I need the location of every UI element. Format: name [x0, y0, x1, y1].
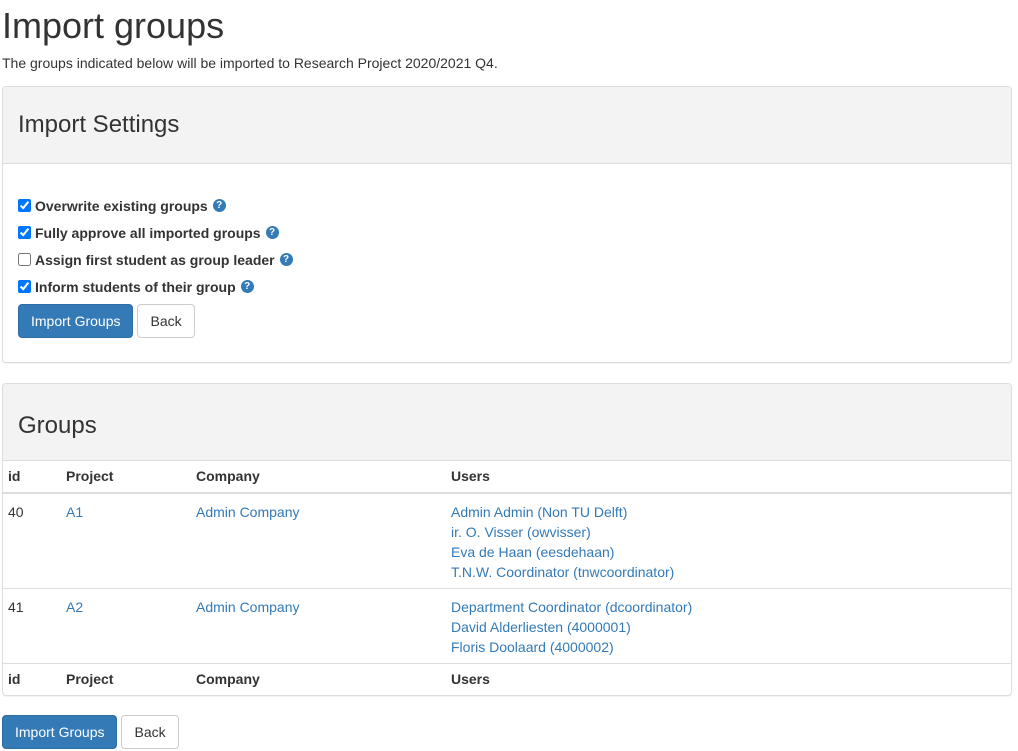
import-groups-button[interactable]: Import Groups	[18, 304, 134, 338]
column-header-project: Project	[61, 461, 191, 494]
user-link[interactable]: Floris Doolaard (4000002)	[451, 637, 1006, 657]
assign-leader-checkbox[interactable]	[18, 253, 31, 266]
help-icon[interactable]: ?	[212, 199, 226, 212]
table-row: 41 A2 Admin Company Department Coordinat…	[3, 588, 1011, 664]
import-groups-button[interactable]: Import Groups	[2, 715, 118, 749]
option-inform-students: Inform students of their group ?	[18, 273, 996, 300]
groups-title: Groups	[18, 412, 97, 439]
page: Import groups The groups indicated below…	[0, 6, 1018, 749]
column-header-company: Company	[191, 461, 446, 494]
help-icon[interactable]: ?	[279, 253, 293, 266]
option-fully-approve: Fully approve all imported groups ?	[18, 219, 996, 246]
fully-approve-label[interactable]: Fully approve all imported groups	[35, 225, 261, 241]
footer-header-id: id	[3, 663, 61, 695]
footer-header-company: Company	[191, 663, 446, 695]
groups-panel: Groups id Project Company Users 40 A1 Ad…	[2, 383, 1012, 696]
user-link[interactable]: Eva de Haan (eesdehaan)	[451, 542, 1006, 562]
intro-text: The groups indicated below will be impor…	[2, 55, 498, 71]
inform-students-checkbox[interactable]	[18, 280, 31, 293]
project-link[interactable]: A1	[66, 504, 83, 520]
users-cell: Admin Admin (Non TU Delft) ir. O. Visser…	[446, 493, 1011, 589]
import-settings-heading: Import Settings	[3, 87, 1011, 164]
project-link[interactable]: A2	[66, 599, 83, 615]
footer-button-row: Import Groups Back	[2, 715, 1012, 749]
column-header-id: id	[3, 461, 61, 494]
user-link[interactable]: Department Coordinator (dcoordinator)	[451, 597, 1006, 617]
footer-header-users: Users	[446, 663, 1011, 695]
help-icon[interactable]: ?	[265, 226, 279, 239]
groups-table: id Project Company Users 40 A1 Admin Com…	[3, 461, 1011, 695]
user-link[interactable]: ir. O. Visser (owvisser)	[451, 522, 1006, 542]
option-assign-leader: Assign first student as group leader ?	[18, 246, 996, 273]
assign-leader-label[interactable]: Assign first student as group leader	[35, 252, 275, 268]
overwrite-existing-checkbox[interactable]	[18, 199, 31, 212]
table-footer-row: id Project Company Users	[3, 663, 1011, 695]
company-link[interactable]: Admin Company	[196, 599, 300, 615]
back-button[interactable]: Back	[121, 715, 179, 749]
table-row: 40 A1 Admin Company Admin Admin (Non TU …	[3, 493, 1011, 589]
settings-button-row: Import Groups Back	[18, 304, 996, 338]
fully-approve-checkbox[interactable]	[18, 226, 31, 239]
overwrite-existing-label[interactable]: Overwrite existing groups	[35, 198, 208, 214]
option-overwrite-existing: Overwrite existing groups ?	[18, 192, 996, 219]
user-link[interactable]: T.N.W. Coordinator (tnwcoordinator)	[451, 562, 1006, 582]
user-link[interactable]: David Alderliesten (4000001)	[451, 617, 1006, 637]
group-id: 41	[3, 588, 61, 664]
import-settings-title: Import Settings	[18, 111, 180, 138]
user-link[interactable]: Admin Admin (Non TU Delft)	[451, 502, 1006, 522]
inform-students-label[interactable]: Inform students of their group	[35, 279, 236, 295]
company-link[interactable]: Admin Company	[196, 504, 300, 520]
import-settings-panel: Import Settings Overwrite existing group…	[2, 86, 1012, 363]
help-icon[interactable]: ?	[240, 280, 254, 293]
users-cell: Department Coordinator (dcoordinator) Da…	[446, 588, 1011, 664]
table-header-row: id Project Company Users	[3, 461, 1011, 494]
back-button[interactable]: Back	[137, 304, 195, 338]
column-header-users: Users	[446, 461, 1011, 494]
footer-header-project: Project	[61, 663, 191, 695]
import-settings-body: Overwrite existing groups ? Fully approv…	[3, 164, 1011, 362]
page-title: Import groups	[2, 5, 225, 46]
group-id: 40	[8, 504, 24, 520]
groups-heading: Groups	[3, 384, 1011, 461]
